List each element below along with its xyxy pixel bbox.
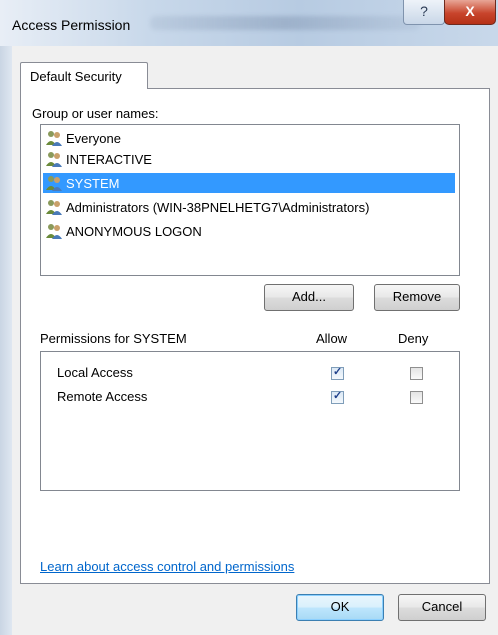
list-item-label: ANONYMOUS LOGON (66, 224, 202, 239)
users-icon (46, 200, 62, 215)
dialog-window: Access Permission ? X Default Security G… (0, 0, 498, 635)
list-item-interactive[interactable]: INTERACTIVE (43, 149, 455, 169)
remove-button[interactable]: Remove (374, 284, 460, 311)
list-item-label: SYSTEM (66, 176, 120, 191)
permission-row-label: Local Access (57, 365, 133, 380)
list-item-everyone[interactable]: Everyone (43, 128, 455, 148)
tab-label: Default Security (30, 69, 122, 84)
list-item-anonymous-logon[interactable]: ANONYMOUS LOGON (43, 221, 455, 241)
window-title: Access Permission (12, 17, 131, 33)
allow-column-header: Allow (316, 331, 348, 346)
check-icon: ✓ (333, 390, 343, 402)
list-item-system[interactable]: SYSTEM (43, 173, 455, 193)
title-bar-blur (150, 16, 420, 30)
list-item-label: Everyone (66, 131, 121, 146)
users-icon (46, 152, 62, 167)
add-button[interactable]: Add... (264, 284, 354, 311)
list-item-label: Administrators (WIN-38PNELHETG7\Administ… (66, 200, 370, 215)
tab-default-security[interactable]: Default Security (20, 62, 148, 89)
local-access-allow-checkbox[interactable]: ✓ (331, 366, 344, 380)
close-button[interactable]: X (444, 0, 496, 25)
group-user-listbox[interactable]: Everyone INTERACTIVE SYSTEM Administrato… (40, 124, 460, 276)
learn-more-link[interactable]: Learn about access control and permissio… (40, 559, 294, 574)
permissions-list: Local Access ✓ Remote Access ✓ (40, 351, 460, 491)
window-left-edge (0, 46, 12, 635)
list-item-administrators[interactable]: Administrators (WIN-38PNELHETG7\Administ… (43, 197, 455, 217)
ok-button[interactable]: OK (296, 594, 384, 621)
permissions-title: Permissions for SYSTEM (40, 331, 187, 346)
local-access-deny-checkbox[interactable] (410, 367, 423, 380)
users-icon (46, 131, 62, 146)
users-icon (46, 224, 62, 239)
list-item-label: INTERACTIVE (66, 152, 152, 167)
remote-access-allow-checkbox[interactable]: ✓ (331, 390, 344, 404)
remote-access-deny-checkbox[interactable] (410, 391, 423, 404)
help-button[interactable]: ? (403, 0, 445, 25)
dialog-client-area: Default Security Group or user names: Ev… (12, 46, 498, 635)
title-bar[interactable]: Access Permission ? X (0, 0, 498, 46)
check-icon: ✓ (333, 366, 343, 378)
cancel-button[interactable]: Cancel (398, 594, 486, 621)
permission-row-label: Remote Access (57, 389, 148, 404)
deny-column-header: Deny (398, 331, 429, 346)
group-list-label: Group or user names: (32, 106, 159, 121)
users-icon (46, 176, 62, 191)
